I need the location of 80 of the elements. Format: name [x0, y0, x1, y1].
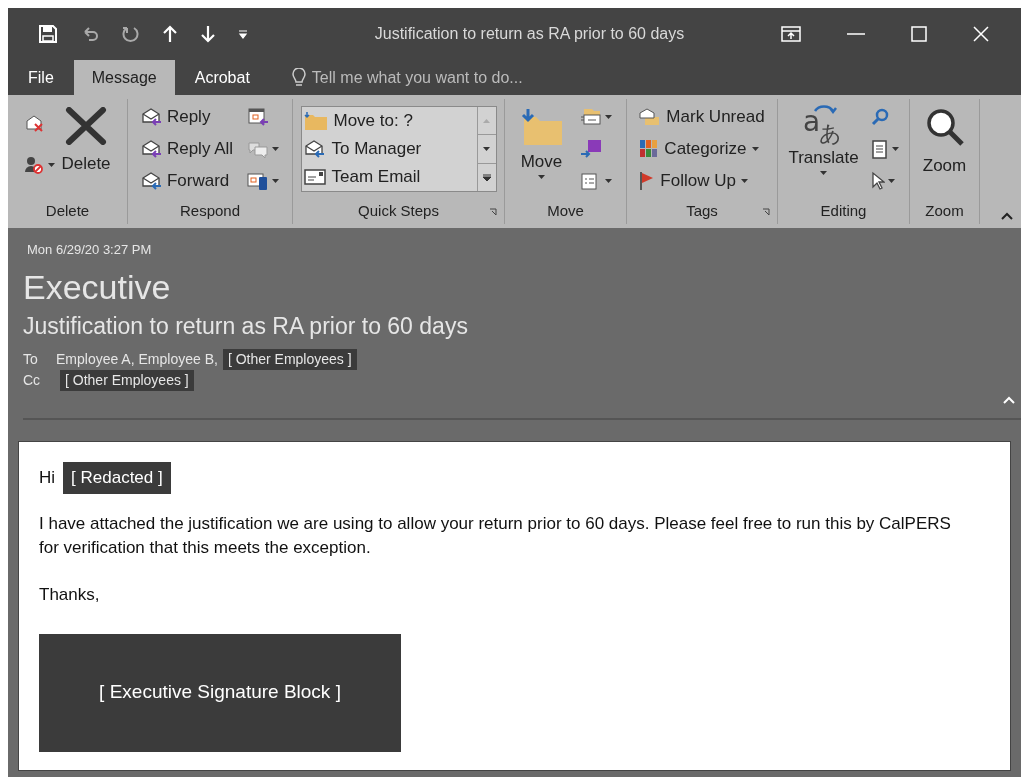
caret-icon	[820, 170, 827, 175]
quick-step-item[interactable]: To Manager	[303, 135, 477, 163]
dialog-launcher-icon[interactable]	[489, 208, 498, 217]
expand-gallery-icon[interactable]	[482, 173, 491, 181]
document-icon[interactable]	[870, 139, 889, 159]
move-folder-icon	[519, 107, 564, 147]
reply-all-icon	[140, 139, 163, 159]
message-paragraph: I have attached the justification we are using to allow your return prior to 60 days. Please feel free to run this by CalPERS for verification that this meets the exception.	[39, 513, 952, 559]
greeting-text: Hi	[39, 467, 56, 490]
date-text: Mon 6/29/20 3:27 PM	[26, 241, 153, 259]
quick-step-item[interactable]: Move to: ?	[303, 107, 477, 135]
move-button[interactable]: Move	[519, 101, 564, 179]
redacted-label: [ Other Employees ]	[60, 369, 194, 391]
down-arrow-icon[interactable]	[200, 25, 216, 43]
envelope-icon	[303, 168, 326, 186]
delete-button[interactable]: Delete	[61, 101, 111, 177]
sender-name: Executive	[23, 266, 172, 308]
recipient-list: Employee A, Employee B,	[56, 348, 218, 370]
ribbon-tab[interactable]: Message	[73, 60, 175, 95]
redo-icon[interactable]	[122, 25, 140, 43]
forward-icon	[140, 171, 163, 191]
redacted-label: [ Other Employees ]	[222, 348, 357, 370]
unread-icon	[639, 107, 662, 127]
caret-icon	[604, 179, 612, 183]
close-icon[interactable]	[973, 26, 989, 42]
ribbon-button[interactable]: Reply All	[140, 133, 234, 165]
caret-icon	[740, 179, 748, 183]
save-icon[interactable]	[38, 24, 58, 44]
ribbon-group-label: Quick Steps	[358, 200, 439, 221]
redacted-label: [ Redacted ]	[63, 462, 171, 494]
ribbon-group-label: Tags	[686, 200, 718, 221]
folder-icon	[303, 111, 328, 131]
closing-text: Thanks,	[39, 584, 101, 606]
ribbon-group-label: Zoom	[925, 200, 964, 221]
ribbon-group-label: Move	[547, 200, 584, 221]
delete-icon	[65, 107, 107, 145]
reply-icon	[140, 107, 163, 127]
ribbon-tab[interactable]: File	[8, 60, 74, 95]
scroll-down-icon[interactable]	[483, 147, 490, 151]
maximize-icon[interactable]	[911, 26, 927, 42]
block-sender-icon[interactable]	[24, 155, 45, 175]
envelope-arrow-icon	[303, 139, 326, 159]
dialog-launcher-icon[interactable]	[762, 208, 771, 217]
caret-icon	[604, 115, 612, 119]
zoom-button[interactable]: Zoom	[922, 101, 967, 179]
signature-block: [ Executive Signature Block ]	[39, 633, 401, 752]
meeting-reply-icon[interactable]	[247, 107, 270, 127]
ribbon-button[interactable]: Follow Up	[639, 165, 748, 197]
caret-icon	[272, 147, 280, 151]
window-title: Justification to return as RA prior to 60 days	[374, 24, 685, 44]
to-label: To	[23, 349, 39, 369]
lightbulb-icon	[291, 67, 306, 88]
categorize-icon	[639, 139, 660, 159]
caret-icon	[891, 147, 899, 151]
ribbon-button[interactable]: Mark Unread	[639, 101, 765, 133]
ignore-icon[interactable]	[24, 113, 45, 133]
caret-icon	[538, 174, 545, 179]
cursor-icon[interactable]	[870, 171, 885, 191]
ribbon-group-label: Respond	[179, 200, 240, 221]
customize-icon[interactable]	[238, 29, 248, 39]
subject-text: Justification to return as RA prior to 60 days	[23, 311, 469, 341]
caret-icon	[751, 147, 759, 151]
cc-label: Cc	[23, 370, 42, 390]
ribbon-tab[interactable]: Acrobat	[174, 60, 270, 95]
ribbon-display-icon[interactable]	[781, 26, 801, 42]
caret-icon	[48, 163, 56, 167]
collapse-header-icon[interactable]	[1003, 396, 1015, 404]
ribbon-group-label: Delete	[45, 200, 90, 221]
quick-step-item[interactable]: Team Email	[303, 163, 477, 191]
ribbon-group-label: Editing	[820, 200, 867, 221]
tell-me-field[interactable]: Tell me what you want to do...	[311, 65, 572, 90]
zoom-icon	[924, 107, 965, 147]
ribbon-button[interactable]: Categorize	[639, 133, 759, 165]
caret-icon	[272, 179, 280, 183]
up-arrow-icon[interactable]	[162, 25, 178, 43]
collapse-ribbon-icon[interactable]	[1001, 212, 1013, 220]
caret-icon	[887, 179, 895, 183]
ribbon-button[interactable]: Forward	[140, 165, 230, 197]
search-icon[interactable]	[870, 108, 889, 126]
ribbon-button[interactable]: Reply	[140, 101, 211, 133]
